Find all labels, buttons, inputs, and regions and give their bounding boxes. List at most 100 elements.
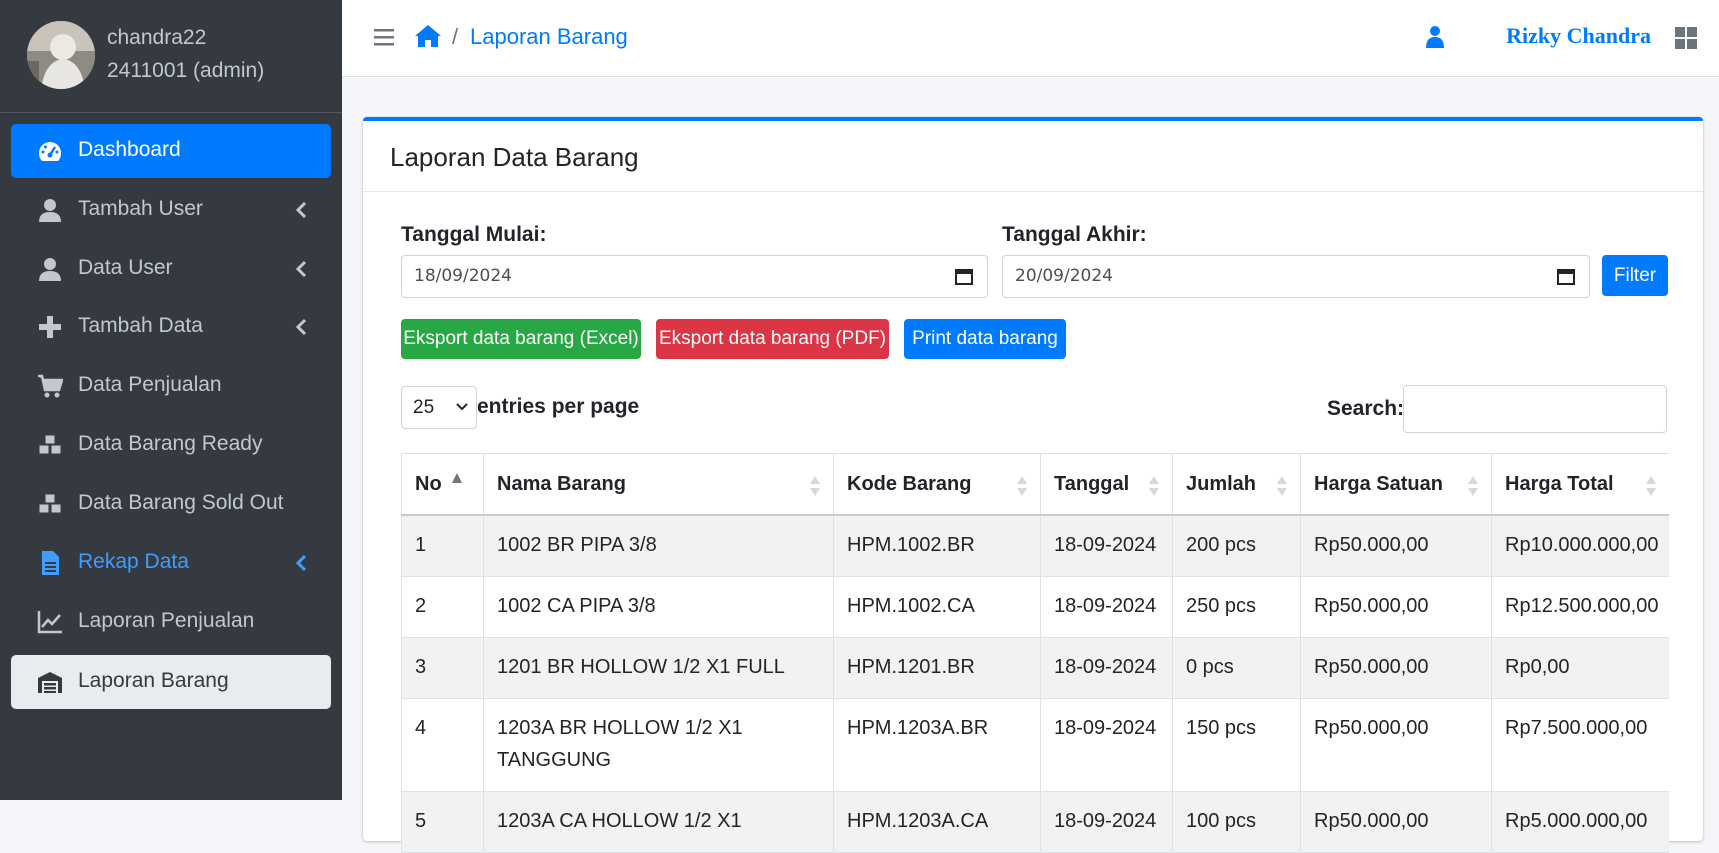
end-date-value: 20/09/2024 [1015, 266, 1113, 286]
cell-kode-barang: HPM.1201.BR [833, 637, 1041, 699]
column-header-label: Nama Barang [497, 472, 626, 495]
column-header-label: Harga Satuan [1314, 472, 1443, 495]
cell-harga-satuan: Rp50.000,00 [1300, 514, 1492, 577]
column-header-label: Jumlah [1186, 472, 1257, 495]
column-header-harga-total[interactable]: Harga Total [1491, 453, 1669, 516]
sidebar: chandra22 2411001 (admin) Dashboard Tamb… [0, 0, 342, 800]
sidebar-item-data-barang-sold-out[interactable]: Data Barang Sold Out [11, 477, 331, 531]
cell-jumlah: 0 pcs [1172, 637, 1301, 699]
chart-line-icon [37, 611, 62, 634]
cubes-icon [38, 434, 62, 455]
breadcrumb-separator: / [452, 24, 459, 49]
column-header-tanggal[interactable]: Tanggal [1040, 453, 1173, 516]
column-header-label: Kode Barang [847, 472, 972, 495]
cell-no: 3 [401, 637, 484, 699]
sort-icon [1017, 476, 1027, 496]
card-title: Laporan Data Barang [390, 142, 639, 172]
cell-no: 2 [401, 576, 484, 638]
cart-icon [38, 374, 63, 398]
cell-kode-barang: HPM.1002.CA [833, 576, 1041, 638]
grid-icon[interactable] [1675, 27, 1697, 49]
home-icon[interactable] [414, 23, 442, 49]
sidebar-item-laporan-penjualan[interactable]: Laporan Penjualan [11, 595, 331, 649]
sort-icon [1149, 476, 1159, 496]
chevron-down-icon [456, 403, 468, 411]
cell-harga-satuan: Rp50.000,00 [1300, 791, 1492, 853]
cell-kode-barang: HPM.1002.BR [833, 514, 1041, 577]
column-header-label: Harga Total [1505, 472, 1614, 495]
column-header-label: Tanggal [1054, 472, 1130, 495]
sort-icon [1646, 476, 1656, 496]
chevron-left-icon [295, 260, 307, 278]
cell-harga-satuan: Rp50.000,00 [1300, 576, 1492, 638]
user-panel: chandra22 2411001 (admin) [0, 0, 342, 113]
sidebar-item-dashboard[interactable]: Dashboard [11, 124, 331, 178]
column-header-nama-barang[interactable]: Nama Barang [483, 453, 834, 516]
export-excel-button[interactable]: Eksport data barang (Excel) [401, 319, 641, 359]
user-icon [1426, 26, 1444, 48]
table-header-row: No Nama Barang Kode Barang Tanggal Jumla… [401, 453, 1669, 516]
sidebar-item-tambah-data[interactable]: Tambah Data [11, 300, 331, 354]
entries-label: entries per page [477, 395, 640, 418]
cell-tanggal: 18-09-2024 [1040, 791, 1173, 853]
chevron-left-icon [295, 318, 307, 336]
sidebar-item-data-user[interactable]: Data User [11, 242, 331, 296]
cell-nama-barang: 1002 CA PIPA 3/8 [483, 576, 834, 638]
cell-no: 5 [401, 791, 484, 853]
sidebar-item-label: Laporan Barang [78, 669, 229, 692]
card-header: Laporan Data Barang [363, 121, 1703, 192]
calendar-icon[interactable] [955, 267, 973, 285]
start-date-input[interactable]: 18/09/2024 [401, 255, 988, 298]
cell-harga-total: Rp0,00 [1491, 637, 1669, 699]
user-icon [39, 199, 61, 222]
cell-tanggal: 18-09-2024 [1040, 698, 1173, 792]
avatar[interactable] [27, 21, 95, 89]
filter-button[interactable]: Filter [1602, 255, 1668, 296]
cell-harga-satuan: Rp50.000,00 [1300, 637, 1492, 699]
cell-tanggal: 18-09-2024 [1040, 576, 1173, 638]
table-row: 3 1201 BR HOLLOW 1/2 X1 FULL HPM.1201.BR… [401, 637, 1669, 699]
menu-icon[interactable] [374, 27, 394, 47]
sidebar-item-label: Data Barang Ready [78, 432, 263, 455]
column-header-no[interactable]: No [401, 453, 484, 516]
sidebar-item-laporan-barang[interactable]: Laporan Barang [11, 655, 331, 709]
sidebar-item-tambah-user[interactable]: Tambah User [11, 183, 331, 237]
end-date-label: Tanggal Akhir: [1002, 223, 1147, 246]
cell-harga-total: Rp5.000.000,00 [1491, 791, 1669, 853]
breadcrumb-current[interactable]: Laporan Barang [470, 24, 628, 50]
search-input[interactable] [1403, 385, 1667, 433]
sidebar-item-label: Data Penjualan [78, 373, 222, 396]
user-icon [39, 258, 61, 281]
cell-nama-barang: 1203A CA HOLLOW 1/2 X1 [483, 791, 834, 853]
entries-select[interactable]: 25 [401, 386, 477, 429]
file-icon [42, 551, 59, 575]
chevron-left-icon [295, 201, 307, 219]
sidebar-item-rekap-data[interactable]: Rekap Data [11, 536, 331, 590]
export-pdf-button[interactable]: Eksport data barang (PDF) [656, 319, 889, 359]
column-header-kode-barang[interactable]: Kode Barang [833, 453, 1041, 516]
cell-jumlah: 200 pcs [1172, 514, 1301, 577]
data-table-wrapper: No Nama Barang Kode Barang Tanggal Jumla… [401, 453, 1669, 853]
column-header-harga-satuan[interactable]: Harga Satuan [1300, 453, 1492, 516]
top-user-name[interactable]: Rizky Chandra [1506, 23, 1651, 49]
sidebar-item-label: Data User [78, 256, 173, 279]
sidebar-item-label: Data Barang Sold Out [78, 491, 284, 514]
column-header-jumlah[interactable]: Jumlah [1172, 453, 1301, 516]
sidebar-item-label: Dashboard [78, 138, 181, 161]
cell-harga-satuan: Rp50.000,00 [1300, 698, 1492, 792]
sidebar-item-data-penjualan[interactable]: Data Penjualan [11, 359, 331, 413]
sidebar-item-label: Tambah User [78, 197, 203, 220]
report-card: Laporan Data Barang Tanggal Mulai: 18/09… [363, 117, 1703, 853]
start-date-label: Tanggal Mulai: [401, 223, 547, 246]
sort-icon [1468, 476, 1478, 496]
table-row: 4 1203A BR HOLLOW 1/2 X1 TANGGUNG HPM.12… [401, 698, 1669, 792]
sort-ascending-icon [452, 473, 462, 483]
calendar-icon[interactable] [1557, 267, 1575, 285]
sort-icon [1277, 476, 1287, 496]
topbar: / Laporan Barang Rizky Chandra [342, 0, 1719, 77]
print-button[interactable]: Print data barang [904, 319, 1066, 359]
cell-harga-total: Rp7.500.000,00 [1491, 698, 1669, 792]
end-date-input[interactable]: 20/09/2024 [1002, 255, 1590, 298]
cell-no: 4 [401, 698, 484, 792]
sidebar-item-data-barang-ready[interactable]: Data Barang Ready [11, 418, 331, 472]
